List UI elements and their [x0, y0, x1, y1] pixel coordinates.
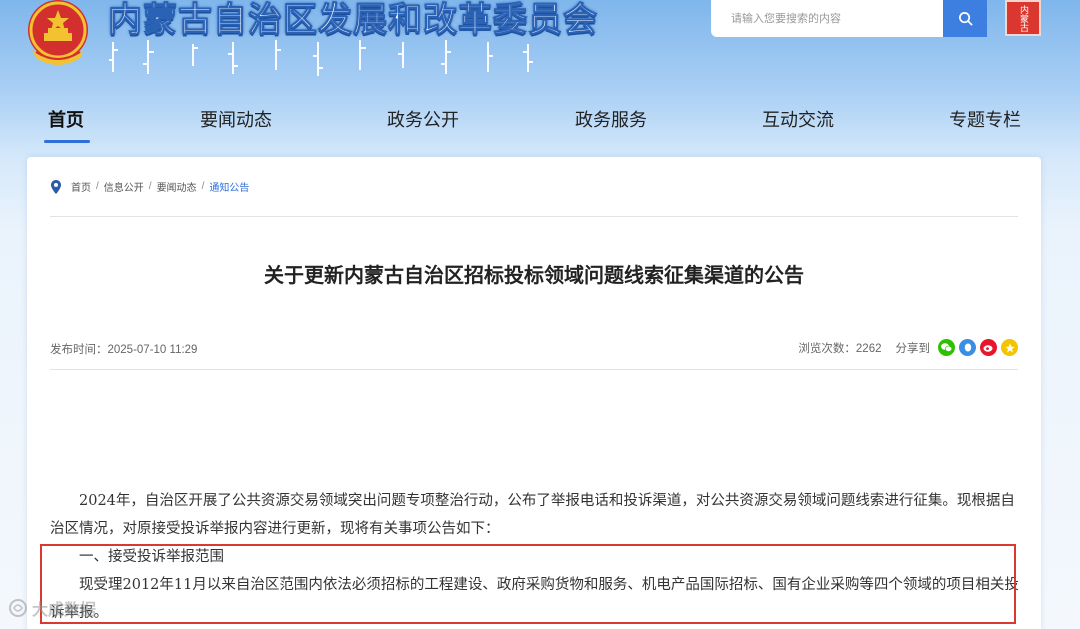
breadcrumb-news[interactable]: 要闻动态: [157, 179, 197, 194]
breadcrumb-home[interactable]: 首页: [71, 179, 91, 194]
article-body: 2024年，自治区开展了公共资源交易领域突出问题专项整治行动，公布了举报电话和投…: [50, 487, 1025, 627]
article-paragraph: 现受理2012年11月以来自治区范围内依法必须招标的工程建设、政府采购货物和服务…: [50, 577, 1019, 621]
qq-share-icon[interactable]: [959, 339, 976, 356]
breadcrumb-separator: /: [201, 181, 205, 192]
article-section-heading: 一、接受投诉举报范围: [79, 549, 224, 565]
publish-label: 发布时间：: [50, 344, 108, 356]
views-label: 浏览次数：: [798, 342, 856, 355]
publish-time-value: 2025-07-10 11:29: [107, 344, 198, 356]
article-title: 关于更新内蒙古自治区招标投标领域问题线索征集渠道的公告: [264, 265, 804, 287]
article-meta: 浏览次数：2262 分享到: [798, 339, 1018, 356]
main-nav: 首页 要闻动态 政务公开 政务服务 互动交流 专题专栏: [0, 100, 1080, 140]
breadcrumb-notices[interactable]: 通知公告: [209, 179, 249, 194]
article-paragraph: 2024年，自治区开展了公共资源交易领域突出问题专项整治行动，公布了举报电话和投…: [50, 493, 1015, 537]
weibo-share-icon[interactable]: [980, 339, 997, 356]
divider: [50, 216, 1018, 217]
nav-home[interactable]: 首页: [48, 106, 84, 132]
watermark-text: 大成数据: [32, 602, 97, 619]
watermark: 大成数据: [8, 596, 96, 620]
search-icon: [958, 12, 972, 26]
site-title[interactable]: 内蒙古自治区发展和改革委员会: [108, 0, 598, 41]
qzone-share-icon[interactable]: [1001, 339, 1018, 356]
nav-gov-services[interactable]: 政务服务: [575, 106, 647, 132]
national-emblem-icon: [28, 0, 88, 65]
divider: [50, 369, 1018, 370]
share-label: 分享到: [895, 342, 931, 355]
wechat-share-icon[interactable]: [938, 339, 955, 356]
nav-active-indicator: [44, 140, 90, 143]
breadcrumb: 首页 / 信息公开 / 要闻动态 / 通知公告: [51, 179, 249, 194]
breadcrumb-separator: /: [148, 181, 152, 192]
view-count: 浏览次数：2262: [798, 340, 881, 356]
publish-time: 发布时间：2025-07-10 11:29: [50, 341, 197, 357]
nav-gov-affairs[interactable]: 政务公开: [387, 106, 459, 132]
nav-interaction[interactable]: 互动交流: [762, 106, 834, 132]
seal-logo: 内蒙古: [1005, 0, 1041, 36]
nav-special-topics[interactable]: 专题专栏: [949, 106, 1021, 132]
nav-news[interactable]: 要闻动态: [200, 106, 272, 132]
location-pin-icon: [51, 179, 61, 194]
search-input[interactable]: [711, 0, 943, 37]
content-card: 首页 / 信息公开 / 要闻动态 / 通知公告 关于更新内蒙古自治区招标投标领域…: [27, 157, 1041, 629]
views-value: 2262: [855, 342, 882, 355]
watermark-logo-icon: [9, 599, 27, 617]
breadcrumb-separator: /: [96, 181, 99, 192]
search-box: [711, 0, 987, 37]
mongolian-script-title: [109, 40, 533, 76]
breadcrumb-info-disclosure[interactable]: 信息公开: [104, 179, 144, 194]
search-button[interactable]: [943, 0, 987, 37]
